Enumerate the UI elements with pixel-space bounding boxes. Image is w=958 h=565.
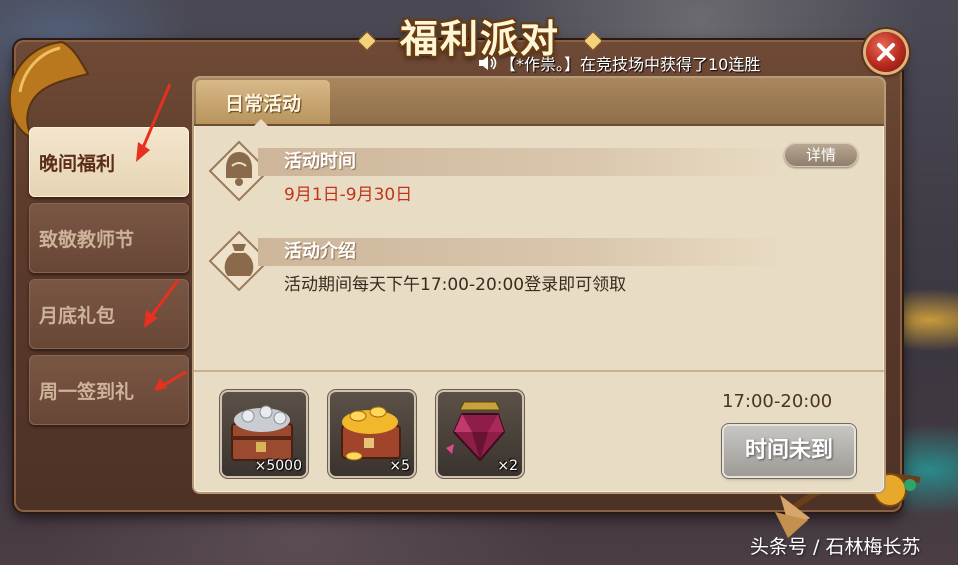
annotation-arrow-icon [144,279,180,328]
reward-quantity: ×5 [389,458,410,474]
sidebar-item-label: 月底礼包 [39,304,116,327]
reward-quantity: ×5000 [254,458,302,474]
reward-item[interactable]: ×2 [438,392,522,476]
section-header: 活动介绍 [258,238,788,266]
reward-item[interactable]: ×5000 [222,392,306,476]
gem-icon [446,401,506,462]
reward-quantity: ×2 [497,458,518,474]
close-x-icon [877,43,895,61]
sidebar-item-label: 致敬教师节 [39,228,135,251]
tab-daily-activity[interactable]: 日常活动 [196,80,330,124]
activity-description: 活动期间每天下午17:00-20:00登录即可领取 [284,275,627,295]
tab-pointer [254,119,268,126]
activity-date-range: 9月1日-9月30日 [284,185,413,205]
gold-chest-icon [341,406,401,461]
title-diamond-icon [583,31,603,51]
sidebar-item-label: 周一签到礼 [39,380,135,403]
speaker-icon [478,54,500,78]
activity-intro-section: 活动介绍 活动期间每天下午17:00-20:00登录即可领取 [208,230,868,310]
annotation-arrow-icon [154,370,187,391]
title-diamond-icon [357,31,377,51]
annotation-arrow-icon [136,83,172,162]
broadcast-marquee: 【*作祟。】在竞技场中获得了10连胜 [478,53,808,77]
tab-label: 日常活动 [224,92,301,115]
details-button[interactable]: 详情 [784,143,858,167]
tab-bar: 日常活动 [194,78,884,126]
divider [194,370,884,372]
reward-item[interactable]: ×5 [330,392,414,476]
section-header: 活动时间 [258,148,788,176]
sidebar-item-teachers-day[interactable]: 致敬教师节 [29,203,189,273]
activity-time-section: 活动时间 9月1日-9月30日 [208,140,868,210]
sidebar-item-label: 晚间福利 [39,152,116,175]
claim-time-range: 17:00-20:00 [722,391,833,412]
broadcast-text: 【*作祟。】在竞技场中获得了10连胜 [500,55,761,74]
close-button[interactable] [866,32,906,72]
watermark: 头条号 / 石林梅长苏 [750,536,921,558]
claim-button[interactable]: 时间未到 [724,426,854,476]
silver-chest-icon [231,405,293,461]
content-panel: 日常活动 活动时间 9月1日-9月30日 详情 活动介绍 活动期间每天下午17:… [194,78,884,492]
